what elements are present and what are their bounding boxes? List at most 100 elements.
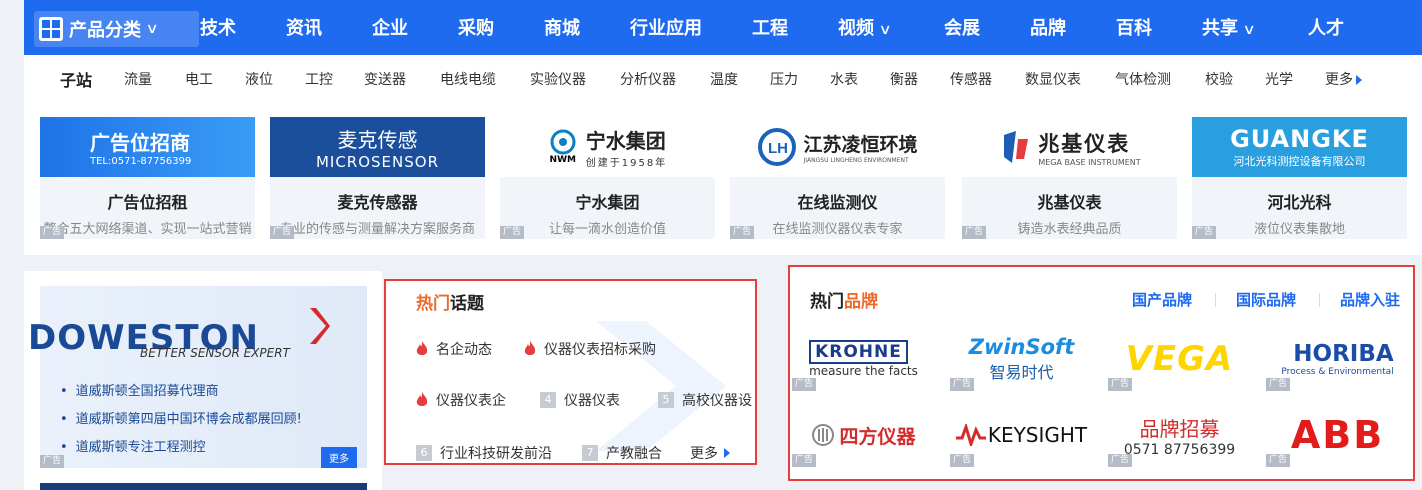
brand-logo-vega[interactable]: VEGA 广告 (1108, 329, 1251, 391)
subsite-item[interactable]: 光学 (1265, 69, 1293, 89)
nav-industry-apps[interactable]: 行业应用 (630, 0, 702, 55)
brand-logo-krohne[interactable]: KROHNE measure the facts 广告 (792, 329, 935, 391)
svg-text:LH: LH (768, 140, 788, 157)
nav-brands[interactable]: 品牌 (1030, 0, 1066, 55)
nav-encyclopedia[interactable]: 百科 (1116, 0, 1152, 55)
ad-tag: 广告 (950, 378, 975, 391)
ad-title: 宁水集团 (575, 193, 640, 212)
subsite-more-label: 更多 (1325, 72, 1353, 88)
subsite-item[interactable]: 分析仪器 (620, 69, 676, 89)
brand-logo-sifang[interactable]: 四方仪器 广告 (792, 405, 935, 467)
ad-desc: 液位仪表集散地 (1253, 222, 1345, 237)
nav-tech[interactable]: 技术 (200, 0, 236, 55)
subsite-item[interactable]: 数显仪表 (1025, 69, 1081, 89)
ad-desc: 让每一滴水创造价值 (548, 222, 666, 237)
ad-tag: 广告 (1266, 454, 1291, 467)
subsite-item[interactable]: 气体检测 (1115, 69, 1171, 89)
subsite-item[interactable]: 变送器 (364, 69, 406, 89)
nav-purchasing[interactable]: 采购 (458, 0, 494, 55)
brand-logo-abb[interactable]: ABB 广告 (1266, 405, 1409, 467)
water-drop-icon (550, 129, 576, 155)
subsite-item[interactable]: 温度 (710, 69, 738, 89)
international-brands-link[interactable]: 国际品牌 (1236, 289, 1296, 310)
domestic-brands-link[interactable]: 国产品牌 (1132, 289, 1192, 310)
rank-badge: 4 (540, 392, 556, 408)
subsite-item[interactable]: 实验仪器 (530, 69, 586, 89)
topic-item[interactable]: 仪器仪表企 (416, 390, 506, 410)
brand-name: KROHNE (809, 340, 908, 364)
subsite-item[interactable]: 工控 (305, 69, 333, 89)
ad-title: 兆基仪表 (1037, 193, 1102, 212)
nav-mall[interactable]: 商城 (544, 0, 580, 55)
list-item[interactable]: 道威斯顿全国招募代理商 (60, 378, 302, 406)
list-item[interactable]: 道威斯顿第四届中国环博会成都展回顾! (60, 406, 302, 434)
category-menu-button[interactable]: 产品分类 ∨ (34, 11, 199, 47)
ad-card[interactable]: 广告位招商 TEL:0571-87756399 广告位招租 整合五大网络渠道、实… (40, 117, 255, 239)
ad-title: 河北光科 (1267, 193, 1332, 212)
ad-title: 广告位招租 (107, 193, 188, 212)
doweston-slogan: BETTER SENSOR EXPERT (140, 346, 290, 360)
subsite-item[interactable]: 压力 (770, 69, 798, 89)
topic-item[interactable]: 4 仪器仪表 (540, 390, 620, 410)
doweston-ad[interactable]: DOWESTON BETTER SENSOR EXPERT 道威斯顿全国招募代理… (28, 286, 367, 468)
nav-engineering[interactable]: 工程 (752, 0, 788, 55)
brand-logo-zwinsoft[interactable]: ZwinSoft 智易时代 广告 (950, 329, 1093, 391)
brand-sub: 智易时代 (989, 363, 1054, 382)
subsite-item[interactable]: 电工 (185, 69, 213, 89)
subsite-item[interactable]: 液位 (245, 69, 273, 89)
topic-item[interactable]: 名企动态 (416, 339, 492, 359)
hot-brands-title: 热门品牌 (810, 287, 878, 312)
ad-logo-sub: 创建于1958年 (585, 158, 668, 169)
subsite-item[interactable]: 电线电缆 (440, 69, 496, 89)
ad-card[interactable]: GUANGKE 河北光科测控设备有限公司 河北光科 液位仪表集散地 广告 (1192, 117, 1407, 239)
brand-sub: measure the facts (809, 364, 918, 378)
ad-strip (40, 483, 367, 490)
brand-join-link[interactable]: 品牌入驻 (1340, 289, 1400, 310)
ad-card[interactable]: 麦克传感 MICROSENSOR 麦克传感器 专业的传感与测量解决方案服务商 广… (270, 117, 485, 239)
ad-card[interactable]: LH 江苏凌恒环境 JIANGSU LINGHENG ENVIRONMENT 在… (730, 117, 945, 239)
ad-tag: 广告 (1108, 378, 1133, 391)
subsite-item[interactable]: 衡器 (890, 69, 918, 89)
brand-logo-recruit[interactable]: 品牌招募 0571 87756399 广告 (1108, 405, 1251, 467)
nav-exhibitions[interactable]: 会展 (944, 0, 980, 55)
brand-logo-horiba[interactable]: HORIBA Process & Environmental 广告 (1266, 329, 1409, 391)
nav-share[interactable]: 共享 ∨ (1202, 0, 1256, 55)
nav-news[interactable]: 资讯 (286, 0, 322, 55)
subsite-item[interactable]: 传感器 (950, 69, 992, 89)
topic-label: 仪器仪表招标采购 (544, 342, 656, 358)
ad-card[interactable]: NWM 宁水集团 创建于1958年 宁水集团 让每一滴水创造价值 广告 (500, 117, 715, 239)
brand-logo-keysight[interactable]: KEYSIGHT 广告 (950, 405, 1093, 467)
topic-label: 行业科技研发前沿 (440, 446, 552, 462)
ad-desc: 铸造水表经典品质 (1017, 222, 1122, 237)
topic-label: 仪器仪表 (564, 393, 620, 409)
brand-name: HORIBA (1293, 341, 1394, 367)
watermark-chevron (596, 321, 726, 451)
ad-logo-text: 江苏凌恒环境 (803, 134, 918, 156)
triangle-right-icon (1356, 75, 1362, 85)
ad-logo-text: 麦克传感 (337, 127, 418, 152)
brand-name: 品牌招募 (1139, 416, 1220, 441)
ad-tag: 广告 (1266, 378, 1291, 391)
subsite-item[interactable]: 校验 (1205, 69, 1233, 89)
nav-share-label: 共享 (1202, 18, 1238, 39)
nav-talent[interactable]: 人才 (1308, 0, 1344, 55)
subsite-item[interactable]: 流量 (124, 69, 152, 89)
topic-item[interactable]: 5 高校仪器设 (658, 390, 752, 410)
brand-sub: 0571 87756399 (1123, 441, 1236, 458)
topics-more-link[interactable]: 更多 (690, 443, 730, 463)
brand-name: ZwinSoft (968, 335, 1075, 359)
topic-item[interactable]: 仪器仪表招标采购 (524, 339, 656, 359)
doweston-more-button[interactable]: 更多 (321, 447, 357, 468)
ad-tag: 广告 (792, 378, 817, 391)
hot-brands-title-b: 品牌 (844, 292, 878, 312)
ad-card[interactable]: 兆基仪表 MEGA BASE INSTRUMENT 兆基仪表 铸造水表经典品质 … (962, 117, 1177, 239)
topic-item[interactable]: 6 行业科技研发前沿 (416, 443, 552, 463)
topic-item[interactable]: 7 产教融合 (582, 443, 662, 463)
nav-video[interactable]: 视频 ∨ (838, 0, 892, 55)
ad-logo: 麦克传感 MICROSENSOR (270, 117, 485, 177)
subsite-more-link[interactable]: 更多 (1325, 69, 1362, 89)
flame-icon (524, 341, 536, 355)
nav-companies[interactable]: 企业 (372, 0, 408, 55)
subsite-item[interactable]: 水表 (830, 69, 858, 89)
list-item[interactable]: 道威斯顿专注工程测控 (60, 434, 302, 462)
